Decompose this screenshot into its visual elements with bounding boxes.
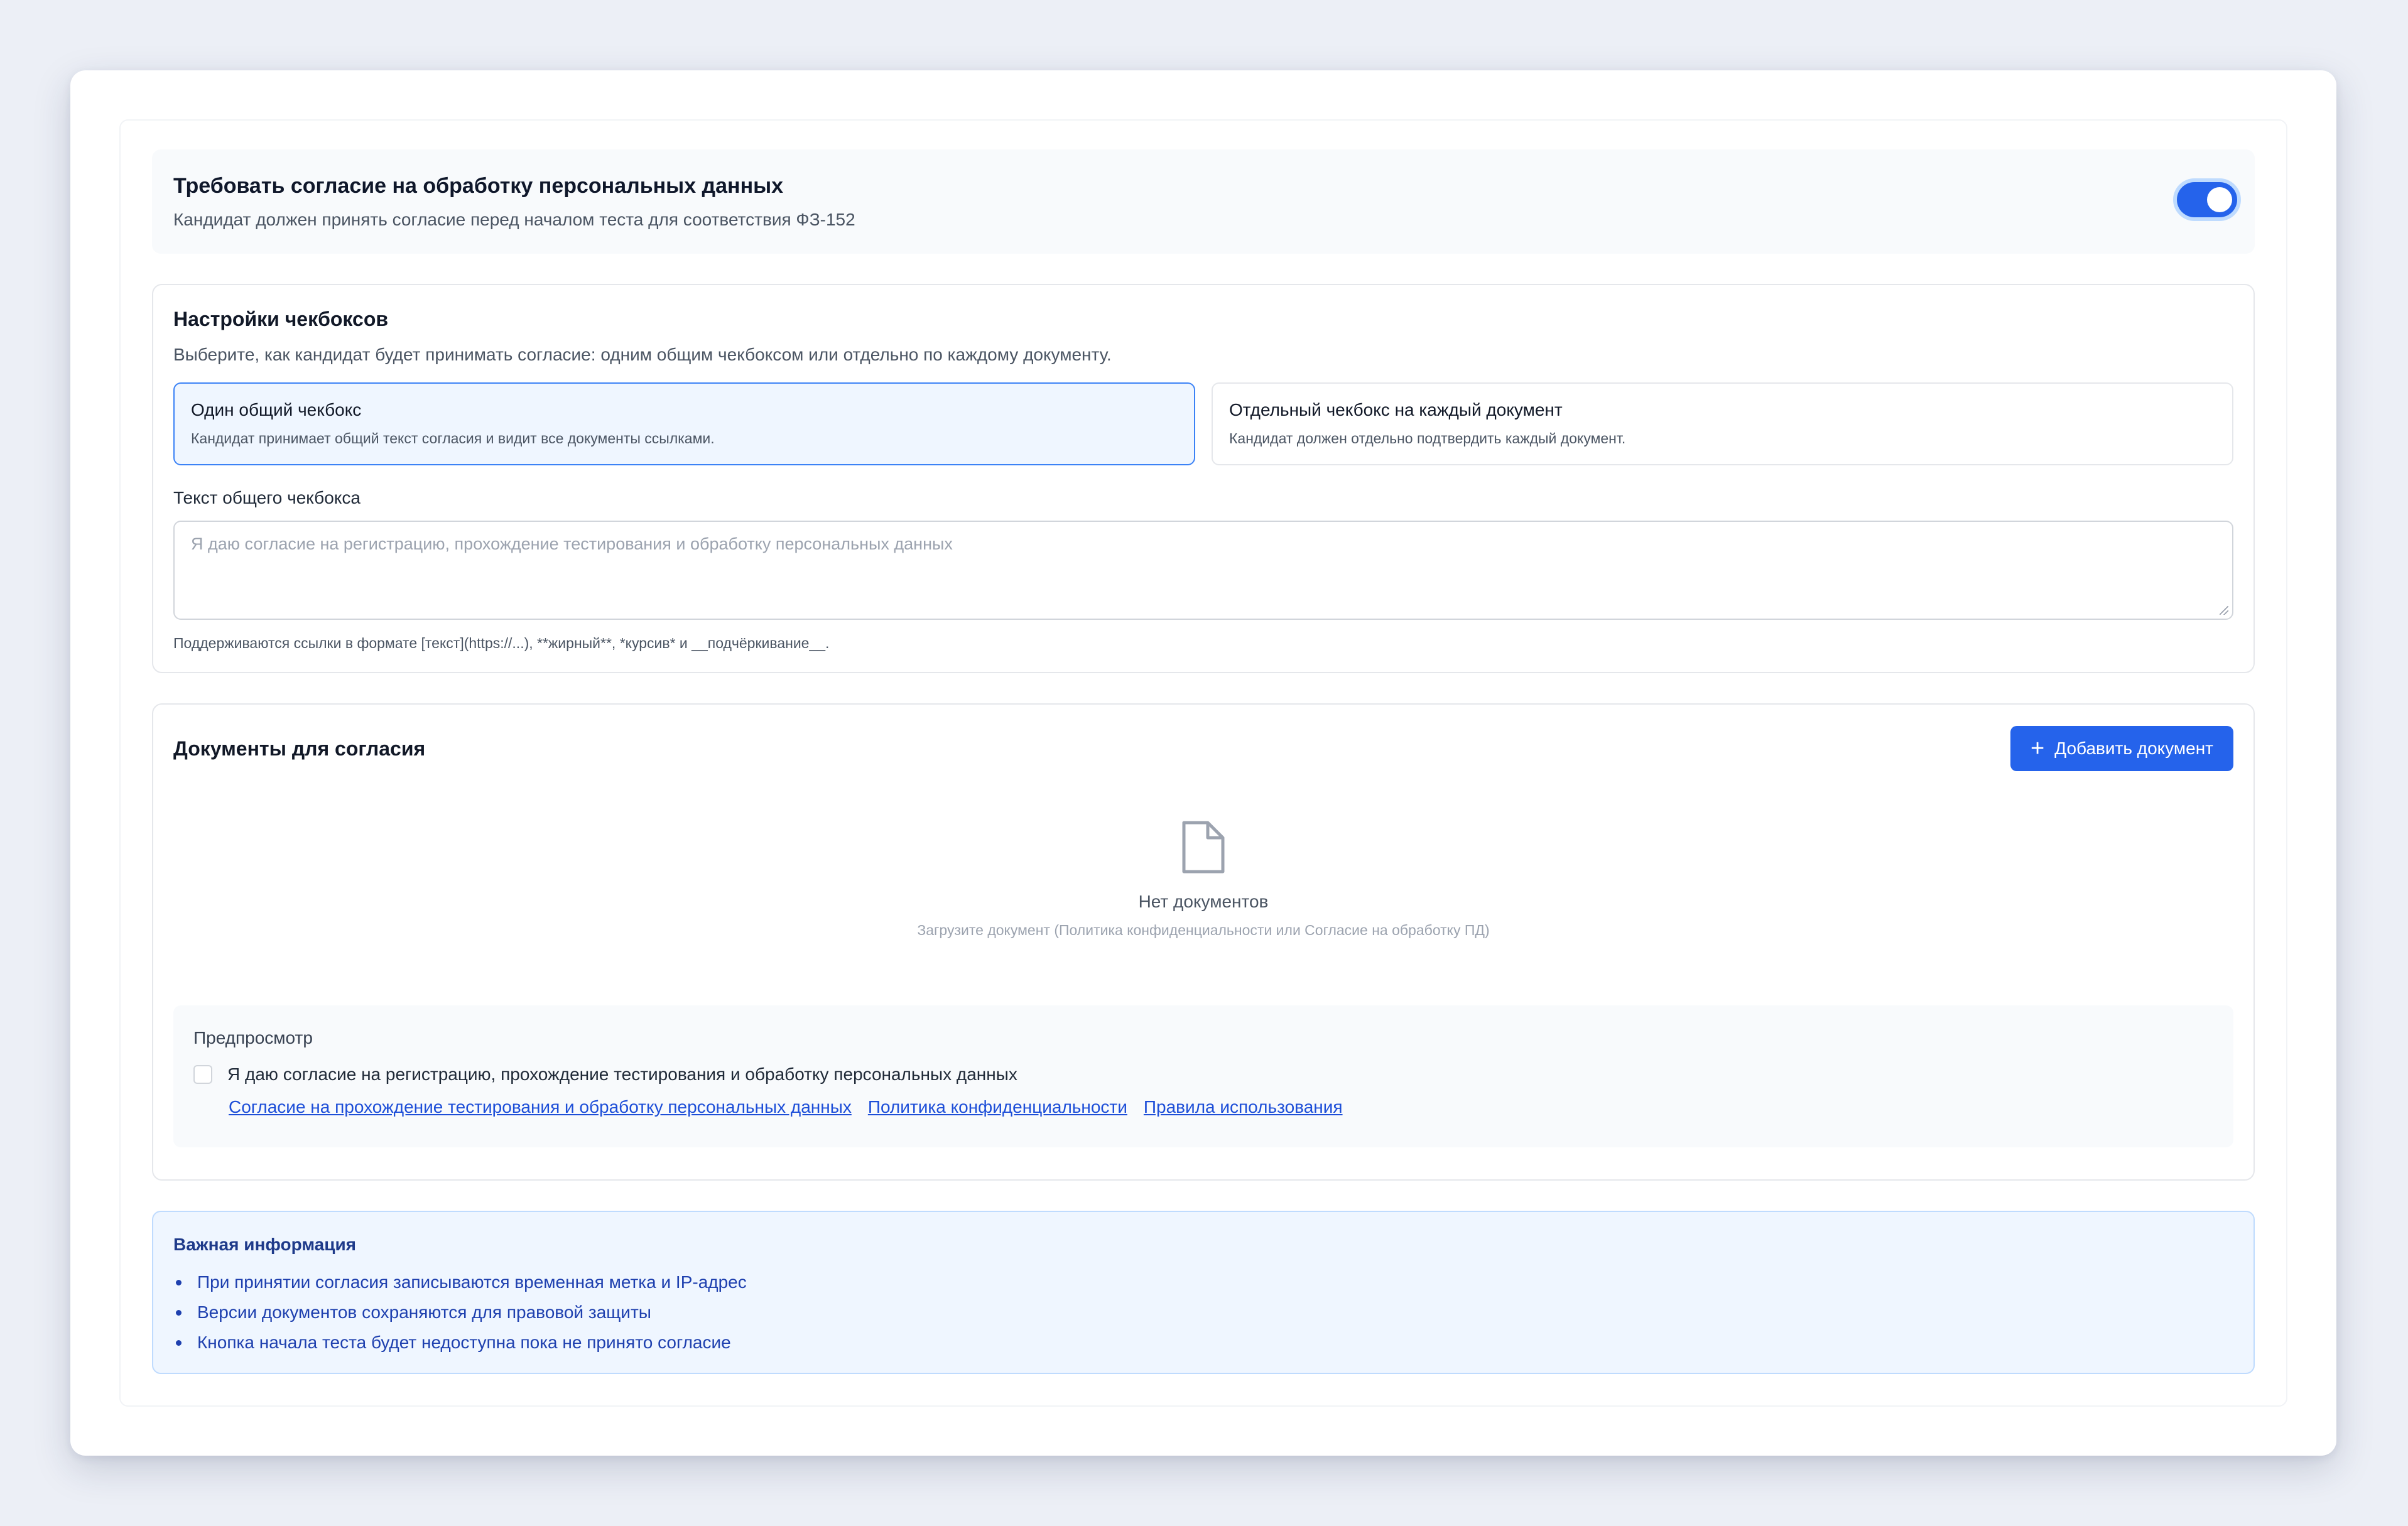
consent-subtitle: Кандидат должен принять согласие перед н… [173, 210, 855, 229]
option-title: Отдельный чекбокс на каждый документ [1229, 400, 1563, 419]
settings-window: Требовать согласие на обработку персонал… [70, 70, 2336, 1456]
link-consent-document[interactable]: Согласие на прохождение тестирования и о… [229, 1097, 852, 1117]
checkbox-text-input[interactable]: Я даю согласие на регистрацию, прохожден… [173, 521, 2233, 620]
option-per-document-checkbox[interactable]: Отдельный чекбокс на каждый документ Кан… [1212, 382, 2233, 465]
checkbox-text-placeholder: Я даю согласие на регистрацию, прохожден… [191, 534, 953, 553]
documents-title: Документы для согласия [173, 737, 426, 760]
option-single-checkbox[interactable]: Один общий чекбокс Кандидат принимает об… [173, 382, 1195, 465]
consent-preview: Предпросмотр Я даю согласие на регистрац… [173, 1005, 2233, 1147]
checkbox-settings-description: Выберите, как кандидат будет принимать с… [173, 345, 1112, 364]
important-info-box: Важная информация При принятии согласия … [152, 1211, 2255, 1374]
info-item: При принятии согласия записываются време… [173, 1267, 2233, 1297]
documents-header: Документы для согласия + Добавить докуме… [173, 705, 2233, 793]
checkbox-text-label: Текст общего чекбокса [173, 488, 361, 507]
plus-icon: + [2031, 735, 2045, 762]
add-document-label: Добавить документ [2054, 739, 2213, 758]
option-title: Один общий чекбокс [191, 400, 362, 419]
preview-checkbox-row: Я даю согласие на регистрацию, прохожден… [193, 1064, 2213, 1085]
consent-toggle[interactable] [2177, 182, 2237, 217]
info-list: При принятии согласия записываются време… [173, 1267, 2233, 1358]
preview-checkbox-text: Я даю согласие на регистрацию, прохожден… [227, 1064, 1017, 1084]
checkbox-mode-options: Один общий чекбокс Кандидат принимает об… [173, 382, 2233, 465]
option-subtitle: Кандидат должен отдельно подтвердить каж… [1229, 430, 1626, 446]
link-terms-of-use[interactable]: Правила использования [1144, 1097, 1343, 1117]
consent-title: Требовать согласие на обработку персонал… [173, 174, 784, 198]
info-title: Важная информация [173, 1235, 357, 1254]
preview-checkbox[interactable] [193, 1065, 212, 1084]
file-icon [1182, 821, 1225, 874]
format-hint: Поддерживаются ссылки в формате [текст](… [173, 635, 830, 651]
option-subtitle: Кандидат принимает общий текст согласия … [191, 430, 715, 446]
preview-document-links: Согласие на прохождение тестирования и о… [229, 1097, 2213, 1117]
checkbox-settings-card: Настройки чекбоксов Выберите, как кандид… [152, 284, 2255, 673]
documents-empty-state: Нет документов Загрузите документ (Полит… [173, 820, 2233, 939]
empty-subtitle: Загрузите документ (Политика конфиденциа… [917, 922, 1490, 938]
documents-card: Документы для согласия + Добавить докуме… [152, 703, 2255, 1181]
content: Требовать согласие на обработку персонал… [152, 149, 2255, 1374]
resize-handle-icon[interactable] [2220, 606, 2228, 615]
toggle-knob [2207, 187, 2232, 212]
link-privacy-policy[interactable]: Политика конфиденциальности [868, 1097, 1127, 1117]
empty-title: Нет документов [1138, 892, 1269, 911]
info-item: Кнопка начала теста будет недоступна пок… [173, 1328, 2233, 1358]
checkbox-settings-title: Настройки чекбоксов [173, 308, 389, 330]
settings-panel: Требовать согласие на обработку персонал… [119, 119, 2287, 1407]
preview-label: Предпросмотр [193, 1028, 313, 1047]
consent-required-row: Требовать согласие на обработку персонал… [152, 149, 2255, 254]
info-item: Версии документов сохраняются для правов… [173, 1297, 2233, 1328]
add-document-button[interactable]: + Добавить документ [2010, 726, 2233, 771]
